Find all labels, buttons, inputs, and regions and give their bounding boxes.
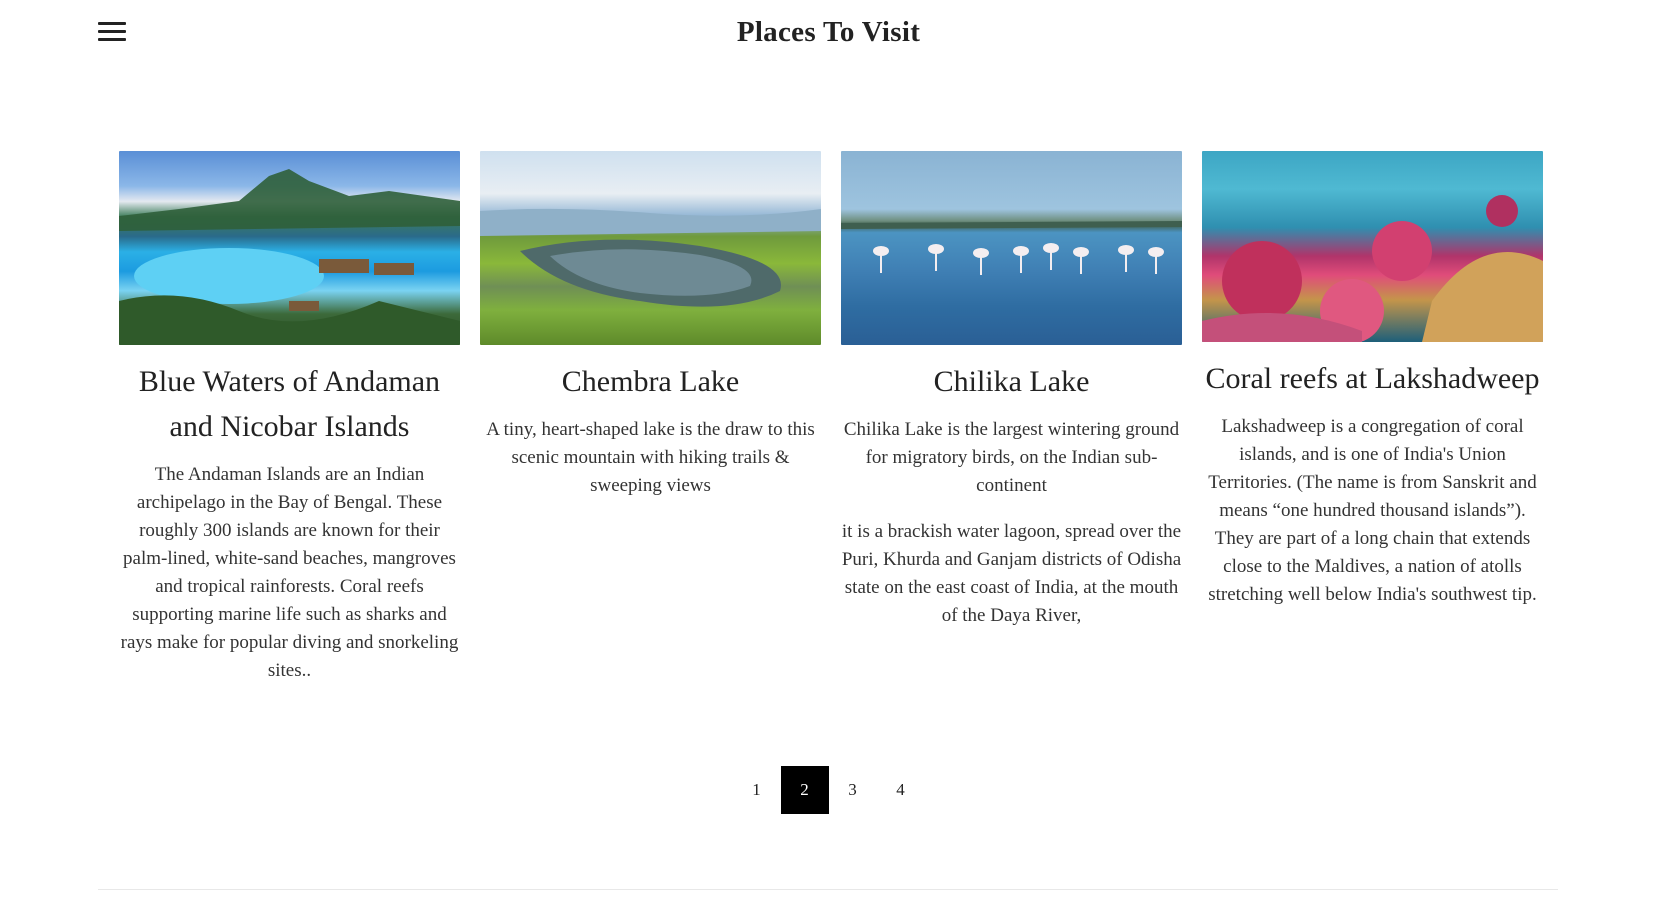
place-card-lakshadweep[interactable]: Coral reefs at Lakshadweep Lakshadweep i… bbox=[1202, 151, 1543, 685]
card-description-extra: it is a brackish water lagoon, spread ov… bbox=[841, 521, 1182, 626]
page-link-4[interactable]: 4 bbox=[877, 766, 925, 814]
island-illustration bbox=[119, 169, 460, 345]
places-card-grid: Blue Waters of Andaman and Nicobar Islan… bbox=[119, 151, 1543, 685]
coral-illustration bbox=[1202, 195, 1543, 342]
page-link-3[interactable]: 3 bbox=[829, 766, 877, 814]
card-title: Chilika Lake bbox=[933, 365, 1090, 398]
page-link-2-current[interactable]: 2 bbox=[780, 766, 829, 814]
card-description: Chilika Lake is the largest wintering gr… bbox=[843, 419, 1180, 496]
footer-divider bbox=[98, 889, 1558, 890]
chembra-image[interactable] bbox=[480, 151, 821, 345]
card-title: Chembra Lake bbox=[561, 365, 740, 398]
lake-illustration bbox=[480, 208, 821, 307]
andaman-image[interactable] bbox=[119, 151, 460, 345]
card-title: Blue Waters of Andaman and Nicobar Islan… bbox=[138, 365, 441, 443]
chilika-image[interactable] bbox=[841, 151, 1182, 345]
place-card-andaman[interactable]: Blue Waters of Andaman and Nicobar Islan… bbox=[119, 151, 460, 685]
pagination: 1 2 3 4 bbox=[0, 766, 1657, 814]
card-description: The Andaman Islands are an Indian archip… bbox=[120, 464, 459, 681]
flamingos-illustration bbox=[841, 221, 1182, 275]
lakshadweep-image[interactable] bbox=[1202, 151, 1543, 342]
place-card-chilika[interactable]: Chilika Lake Chilika Lake is the largest… bbox=[841, 151, 1182, 685]
page-title: Places To Visit bbox=[736, 16, 921, 48]
card-title: Coral reefs at Lakshadweep bbox=[1205, 362, 1540, 395]
card-description: A tiny, heart-shaped lake is the draw to… bbox=[486, 419, 815, 496]
card-description: Lakshadweep is a congregation of coral i… bbox=[1208, 416, 1537, 605]
place-card-chembra[interactable]: Chembra Lake A tiny, heart-shaped lake i… bbox=[480, 151, 821, 685]
page-link-1[interactable]: 1 bbox=[733, 766, 781, 814]
